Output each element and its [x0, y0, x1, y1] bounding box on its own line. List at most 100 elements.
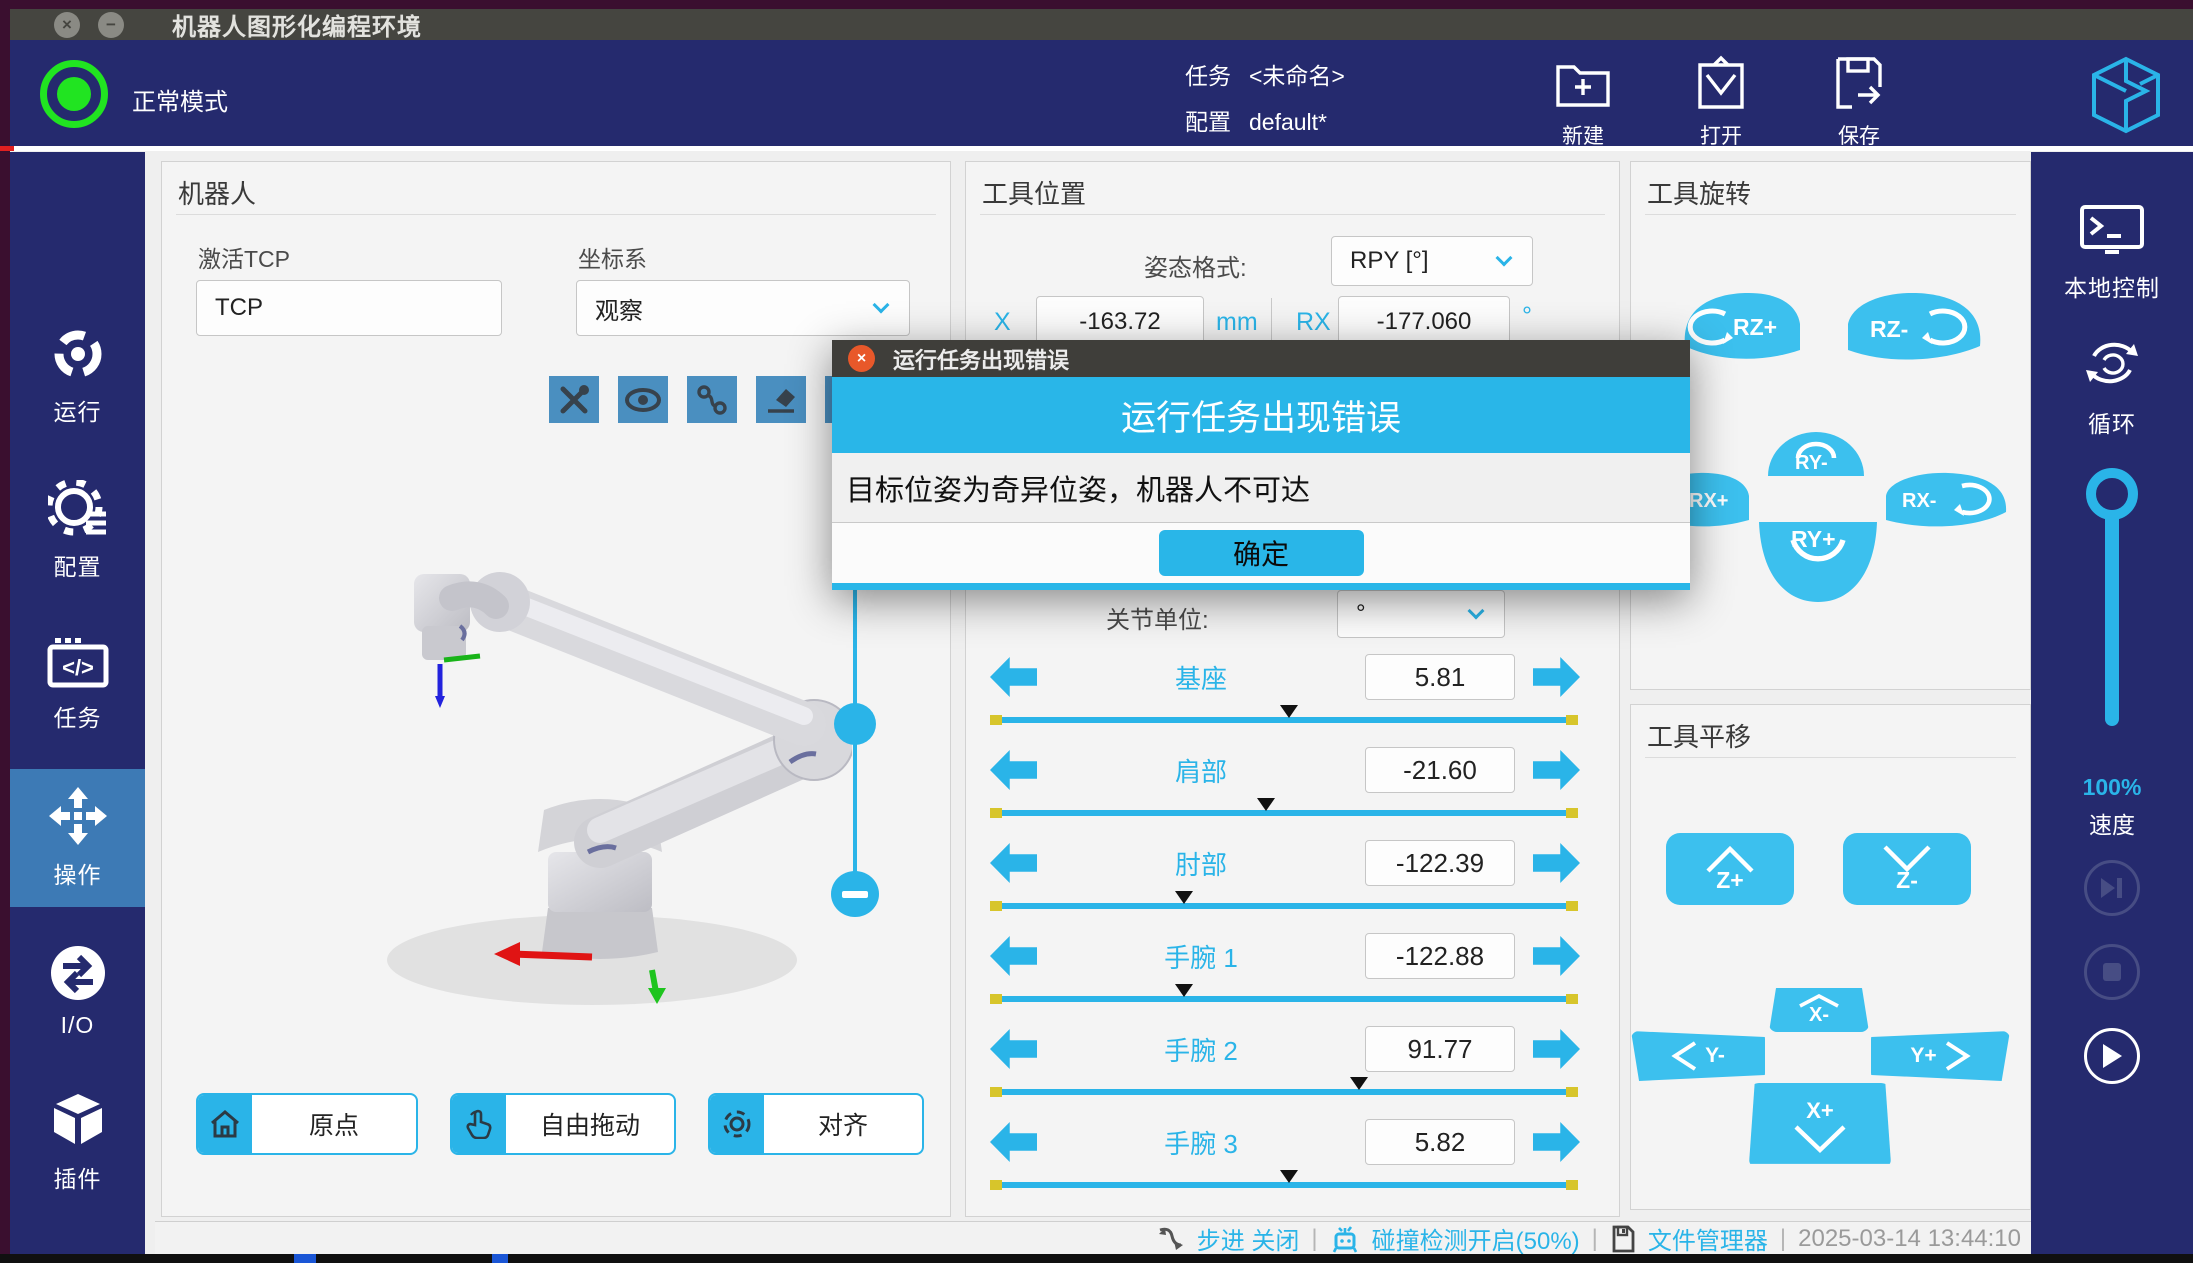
joint-value-input[interactable]: -122.39: [1365, 840, 1515, 886]
rx-minus-button[interactable]: RX-: [1882, 468, 2012, 532]
sidebar-item-task[interactable]: </> 任务: [10, 616, 145, 754]
loop-button[interactable]: 循环: [2031, 334, 2193, 439]
sidebar-item-operate[interactable]: 操作: [10, 769, 145, 907]
joint-row-shoulder: 肩部 -21.60: [990, 744, 1580, 830]
joint-value-input[interactable]: -122.88: [1365, 933, 1515, 979]
dialog-close-button[interactable]: ×: [848, 345, 875, 372]
save-task-button[interactable]: 保存: [1804, 52, 1914, 150]
x-axis-label: X: [994, 308, 1011, 337]
collision-robot-icon: [1330, 1224, 1360, 1254]
pose-format-select[interactable]: RPY [°]: [1331, 236, 1533, 286]
new-task-button[interactable]: 新建: [1528, 52, 1638, 150]
file-manager-icon: [1610, 1225, 1636, 1253]
joint-plus-button[interactable]: [1533, 1122, 1580, 1162]
joint-row-base: 基座 5.81: [990, 651, 1580, 737]
joint-slider[interactable]: [990, 806, 1578, 820]
z-minus-button[interactable]: Z-: [1843, 833, 1971, 905]
window-title: 机器人图形化编程环境: [172, 7, 422, 42]
config-value: default*: [1249, 109, 1327, 135]
window-minimize-button[interactable]: −: [98, 12, 124, 38]
joint-plus-button[interactable]: [1533, 1029, 1580, 1069]
joint-value-input[interactable]: -21.60: [1365, 747, 1515, 793]
brand-logo-icon: [2088, 55, 2164, 140]
step-button[interactable]: [2084, 860, 2140, 916]
x-unit-label: mm: [1216, 308, 1258, 337]
sidebar-item-io[interactable]: I/O: [10, 922, 145, 1060]
joint-value-input[interactable]: 5.82: [1365, 1119, 1515, 1165]
view-visibility-button[interactable]: [618, 376, 668, 423]
gear-list-icon: [48, 480, 108, 538]
joint-plus-button[interactable]: [1533, 750, 1580, 790]
dialog-ok-button[interactable]: 确定: [1159, 530, 1364, 576]
speed-percentage: 100%: [2031, 774, 2193, 801]
view-tools-button[interactable]: [549, 376, 599, 423]
active-tcp-select[interactable]: TCP: [196, 280, 502, 336]
robot-panel: 机器人 激活TCP 坐标系 TCP 观察: [161, 161, 951, 1217]
robot-3d-view[interactable]: [352, 552, 852, 1022]
chevron-left-icon: [1671, 1040, 1697, 1072]
joint-slider[interactable]: [990, 1178, 1578, 1192]
view-erase-button[interactable]: [756, 376, 806, 423]
sidebar-item-config[interactable]: 配置: [10, 462, 145, 600]
play-button[interactable]: [2084, 1028, 2140, 1084]
joint-slider[interactable]: [990, 992, 1578, 1006]
sidebar-item-plugin[interactable]: 插件: [10, 1074, 145, 1212]
robot-panel-title: 机器人: [178, 174, 256, 211]
dialog-heading: 运行任务出现错误: [832, 377, 1690, 453]
align-button[interactable]: 对齐: [708, 1093, 924, 1155]
joint-minus-button[interactable]: [990, 1029, 1037, 1069]
z-plus-button[interactable]: Z+: [1666, 833, 1794, 905]
window-close-button[interactable]: ×: [54, 12, 80, 38]
play-icon: [2101, 1043, 2123, 1069]
speed-slider-track[interactable]: [2105, 518, 2119, 726]
left-sidebar: 运行 配置 </> 任务 操作 I/O 插件 F88A: [10, 152, 145, 1263]
view-path-button[interactable]: [687, 376, 737, 423]
right-sidebar: 本地控制 循环 100% 速度: [2031, 152, 2193, 1263]
error-dialog: × 运行任务出现错误 运行任务出现错误 目标位姿为奇异位姿，机器人不可达 确定: [832, 340, 1690, 590]
view-zoom-slider-knob[interactable]: [834, 703, 876, 745]
collision-status[interactable]: 碰撞检测开启(50%): [1372, 1221, 1580, 1256]
mode-indicator-icon: [40, 60, 108, 128]
rz-plus-button[interactable]: RZ+: [1679, 288, 1803, 364]
chevron-down-icon: [1496, 250, 1513, 267]
step-status[interactable]: 步进 关闭: [1197, 1221, 1300, 1256]
ry-plus-button[interactable]: RY+: [1755, 516, 1881, 606]
code-window-icon: </>: [47, 637, 109, 689]
frame-select[interactable]: 观察: [576, 280, 910, 336]
file-manager-link[interactable]: 文件管理器: [1648, 1221, 1768, 1256]
joint-minus-button[interactable]: [990, 750, 1037, 790]
joint-slider[interactable]: [990, 713, 1578, 727]
joint-minus-button[interactable]: [990, 843, 1037, 883]
joint-minus-button[interactable]: [990, 657, 1037, 697]
new-folder-icon: [1528, 52, 1638, 114]
joint-slider[interactable]: [990, 1085, 1578, 1099]
sidebar-item-run[interactable]: 运行: [10, 307, 145, 445]
rz-minus-button[interactable]: RZ-: [1844, 288, 1986, 366]
zoom-out-button[interactable]: [831, 871, 879, 917]
joint-row-wrist3: 手腕 3 5.82: [990, 1116, 1580, 1202]
joint-minus-button[interactable]: [990, 1122, 1037, 1162]
speed-slider-knob[interactable]: [2086, 468, 2138, 520]
joint-plus-button[interactable]: [1533, 936, 1580, 976]
open-task-button[interactable]: 打开: [1666, 52, 1776, 150]
free-drag-button[interactable]: 自由拖动: [450, 1093, 676, 1155]
y-minus-button[interactable]: Y-: [1631, 1031, 1765, 1081]
y-plus-button[interactable]: Y+: [1871, 1031, 2010, 1081]
home-button[interactable]: 原点: [196, 1093, 418, 1155]
joint-unit-select[interactable]: °: [1337, 590, 1505, 638]
header-separator: [10, 146, 2193, 151]
joint-plus-button[interactable]: [1533, 657, 1580, 697]
joint-plus-button[interactable]: [1533, 843, 1580, 883]
x-minus-button[interactable]: X-: [1769, 988, 1869, 1032]
joint-minus-button[interactable]: [990, 936, 1037, 976]
stop-button[interactable]: [2084, 944, 2140, 1000]
joint-slider[interactable]: [990, 899, 1578, 913]
task-config-info: 任务<未命名> 配置default*: [1185, 53, 1363, 145]
ry-minus-button[interactable]: RY-: [1764, 424, 1868, 478]
x-plus-button[interactable]: X+: [1749, 1083, 1891, 1169]
joint-value-input[interactable]: 91.77: [1365, 1026, 1515, 1072]
svg-text:</>: </>: [62, 655, 94, 680]
local-control-button[interactable]: 本地控制: [2031, 204, 2193, 303]
tool-position-title: 工具位置: [982, 174, 1086, 211]
joint-value-input[interactable]: 5.81: [1365, 654, 1515, 700]
